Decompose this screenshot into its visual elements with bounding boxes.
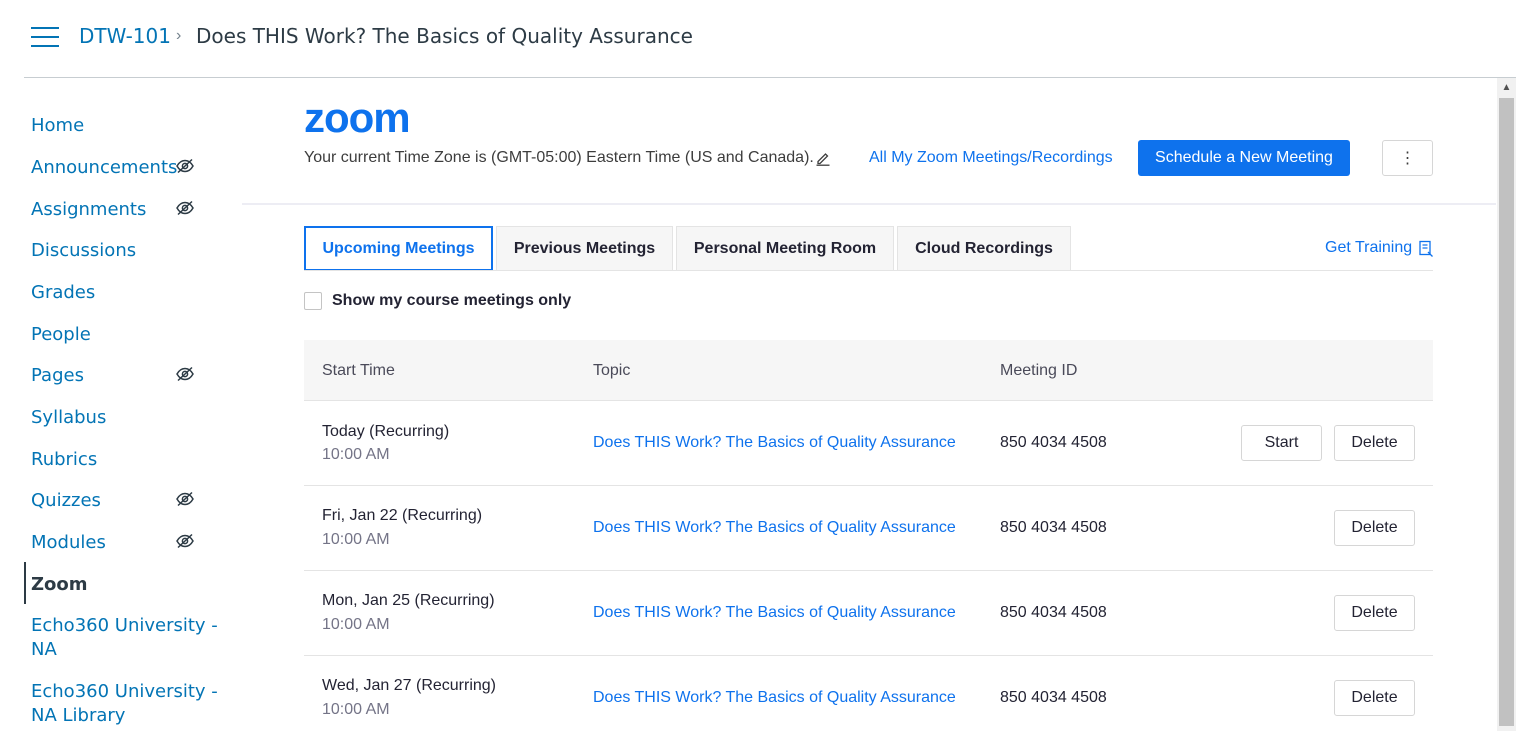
delete-meeting-button[interactable]: Delete xyxy=(1334,595,1415,631)
meeting-date: Wed, Jan 27 (Recurring) xyxy=(322,677,496,694)
tabs-divider xyxy=(304,270,1433,271)
sidebar-item-quizzes[interactable]: Quizzes xyxy=(31,489,101,513)
eye-slash-icon xyxy=(176,491,194,507)
table-row: Mon, Jan 25 (Recurring) 10:00 AM Does TH… xyxy=(304,571,1433,656)
course-meetings-only-checkbox[interactable] xyxy=(304,292,322,310)
delete-meeting-button[interactable]: Delete xyxy=(1334,425,1415,461)
header-divider xyxy=(24,77,1516,78)
delete-meeting-button[interactable]: Delete xyxy=(1334,510,1415,546)
sidebar-item-rubrics[interactable]: Rubrics xyxy=(31,448,97,472)
delete-meeting-button[interactable]: Delete xyxy=(1334,680,1415,716)
meeting-id: 850 4034 4508 xyxy=(1000,689,1107,706)
sidebar-item-label: Echo360 University - xyxy=(31,681,218,702)
meeting-id: 850 4034 4508 xyxy=(1000,604,1107,621)
tab-upcoming-meetings[interactable]: Upcoming Meetings xyxy=(304,226,493,271)
table-row: Today (Recurring) 10:00 AM Does THIS Wor… xyxy=(304,401,1433,486)
svg-text:zoom: zoom xyxy=(304,102,410,136)
sidebar-item-echo360-library[interactable]: Echo360 University - NA Library xyxy=(31,680,218,728)
sidebar-item-pages[interactable]: Pages xyxy=(31,364,84,388)
eye-slash-icon xyxy=(176,158,194,174)
sidebar-item-zoom[interactable]: Zoom xyxy=(31,573,88,597)
sidebar-item-assignments[interactable]: Assignments xyxy=(31,198,146,222)
sidebar-item-grades[interactable]: Grades xyxy=(31,281,95,305)
meeting-time: 10:00 AM xyxy=(322,701,390,718)
meeting-id: 850 4034 4508 xyxy=(1000,434,1107,451)
sidebar-item-syllabus[interactable]: Syllabus xyxy=(31,406,106,430)
sidebar-item-discussions[interactable]: Discussions xyxy=(31,239,136,263)
sidebar-item-announcements[interactable]: Announcements xyxy=(31,156,177,180)
sidebar-item-label: Echo360 University - xyxy=(31,615,218,636)
page-title: Does THIS Work? The Basics of Quality As… xyxy=(196,24,693,48)
eye-slash-icon xyxy=(176,200,194,216)
all-meetings-recordings-link[interactable]: All My Zoom Meetings/Recordings xyxy=(869,149,1113,167)
hamburger-menu-icon[interactable] xyxy=(31,27,59,47)
meeting-id: 850 4034 4508 xyxy=(1000,519,1107,536)
eye-slash-icon xyxy=(176,366,194,382)
sidebar-item-people[interactable]: People xyxy=(31,323,91,347)
course-meetings-only-label: Show my course meetings only xyxy=(332,292,572,309)
sidebar-item-modules[interactable]: Modules xyxy=(31,531,106,555)
sidebar-item-echo360[interactable]: Echo360 University - NA xyxy=(31,614,218,662)
schedule-new-meeting-button[interactable]: Schedule a New Meeting xyxy=(1138,140,1350,176)
breadcrumb-header: DTW-101 › Does THIS Work? The Basics of … xyxy=(0,0,1532,78)
sidebar-item-label: NA Library xyxy=(31,705,126,726)
scroll-up-arrow-icon[interactable]: ▲ xyxy=(1497,78,1516,98)
sidebar-item-label: NA xyxy=(31,639,57,660)
sidebar-item-home[interactable]: Home xyxy=(31,114,84,138)
get-training-link[interactable]: Get Training xyxy=(1325,239,1412,257)
meeting-time: 10:00 AM xyxy=(322,616,390,633)
meeting-topic-link[interactable]: Does THIS Work? The Basics of Quality As… xyxy=(593,434,956,452)
timezone-text: Your current Time Zone is (GMT-05:00) Ea… xyxy=(304,149,814,166)
section-divider xyxy=(242,203,1496,205)
vertical-scrollbar[interactable]: ▲ xyxy=(1497,78,1516,731)
meeting-date: Fri, Jan 22 (Recurring) xyxy=(322,507,483,524)
meeting-topic-link[interactable]: Does THIS Work? The Basics of Quality As… xyxy=(593,604,956,622)
more-options-button[interactable]: ⋮ xyxy=(1382,140,1433,176)
tab-cloud-recordings[interactable]: Cloud Recordings xyxy=(897,226,1071,271)
training-doc-icon[interactable] xyxy=(1418,240,1434,257)
scrollbar-thumb[interactable] xyxy=(1499,98,1514,726)
column-header-start-time: Start Time xyxy=(322,362,395,379)
breadcrumb-separator-icon: › xyxy=(176,27,182,44)
course-navigation: Home Announcements Assignments Discussio… xyxy=(0,78,240,731)
active-item-indicator xyxy=(24,562,26,604)
eye-slash-icon xyxy=(176,533,194,549)
table-row: Fri, Jan 22 (Recurring) 10:00 AM Does TH… xyxy=(304,486,1433,571)
zoom-logo: zoom xyxy=(304,102,411,136)
tab-previous-meetings[interactable]: Previous Meetings xyxy=(496,226,673,271)
meeting-topic-link[interactable]: Does THIS Work? The Basics of Quality As… xyxy=(593,689,956,707)
meeting-time: 10:00 AM xyxy=(322,446,390,463)
meeting-date: Mon, Jan 25 (Recurring) xyxy=(322,592,495,609)
breadcrumb-course-link[interactable]: DTW-101 xyxy=(79,24,171,48)
column-header-meeting-id: Meeting ID xyxy=(1000,362,1078,379)
meeting-date: Today (Recurring) xyxy=(322,423,450,440)
meetings-table-header: Start Time Topic Meeting ID xyxy=(304,340,1433,401)
table-row: Wed, Jan 27 (Recurring) 10:00 AM Does TH… xyxy=(304,655,1433,731)
meeting-topic-link[interactable]: Does THIS Work? The Basics of Quality As… xyxy=(593,519,956,537)
column-header-topic: Topic xyxy=(593,362,631,379)
start-meeting-button[interactable]: Start xyxy=(1241,425,1322,461)
edit-pencil-icon[interactable] xyxy=(815,150,831,166)
meeting-time: 10:00 AM xyxy=(322,531,390,548)
tab-personal-meeting-room[interactable]: Personal Meeting Room xyxy=(676,226,894,271)
